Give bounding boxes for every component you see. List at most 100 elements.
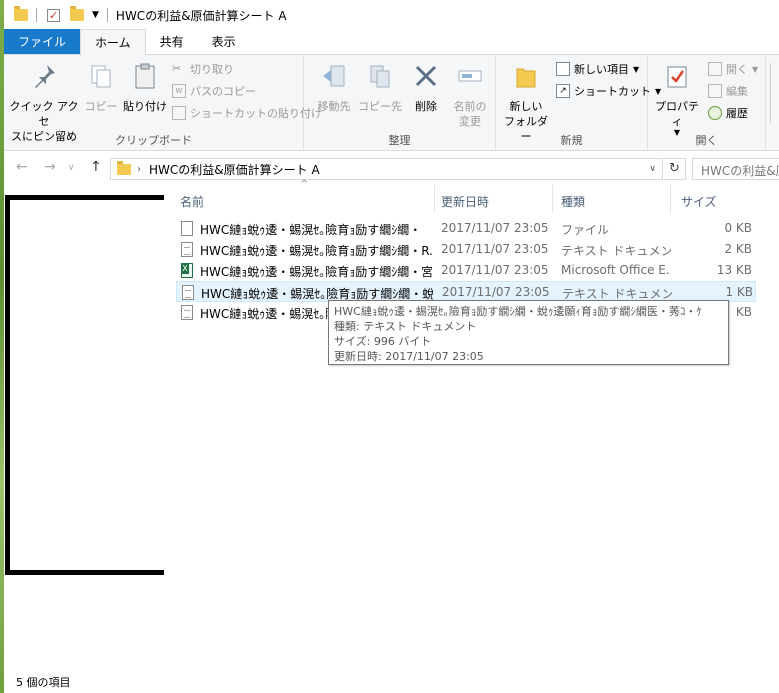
file-date: 2017/11/07 23:05: [441, 242, 549, 256]
open-icon: [708, 62, 722, 76]
file-name: HWC縺ｮ蛻ｩ逶・蜴滉ｾ｡險育ｮ励す繝ｼ繝・宮...: [200, 265, 432, 279]
organize-group: 移動先 コピー先 削除 名前の 変更 整理: [304, 55, 496, 151]
separator: [36, 8, 37, 22]
forward-arrow-icon[interactable]: →: [44, 159, 56, 175]
open-group: プロパティ ▼ 開く ▼ 編集 履歴 開く: [648, 55, 766, 151]
file-name: HWC縺ｮ蛻ｩ逶・蜴滉ｾ｡險育ｮ励す繝ｼ繝・: [200, 223, 422, 237]
copy-icon: [91, 65, 111, 88]
move-to-label: 移動先: [317, 100, 351, 113]
tooltip-modified: 更新日時: 2017/11/07 23:05: [334, 350, 484, 363]
ribbon: クイック アクセ スにピン留め コピー 貼り付け ✂ 切り取り W パスのコピー…: [4, 55, 779, 151]
open-button[interactable]: 開く ▼: [708, 61, 758, 77]
copy-to-label: コピー先: [358, 100, 402, 113]
history-clock-icon: [708, 106, 722, 120]
back-arrow-icon[interactable]: ←: [16, 159, 28, 175]
delete-x-icon: [415, 65, 437, 87]
file-date: 2017/11/07 23:05: [441, 221, 549, 235]
chevron-down-icon: ▼: [633, 64, 640, 74]
address-path: HWCの利益&原価計算シート A: [149, 162, 320, 177]
address-bar: ← → ∨ ↑ › HWCの利益&原価計算シート A ∨ ↻ HWCの利益&原: [4, 151, 779, 185]
file-row-selected[interactable]: HWC縺ｮ蛻ｩ逶・蜴滉ｾ｡險育ｮ励す繝ｼ繝・蛻... 2017/11/07 23…: [176, 281, 756, 302]
search-input[interactable]: HWCの利益&原: [692, 158, 779, 180]
select-group-partial: [770, 63, 778, 123]
edit-button[interactable]: 編集: [708, 83, 748, 99]
folder-icon: [117, 160, 131, 175]
organize-group-label: 整理: [388, 134, 411, 147]
move-to-button[interactable]: 移動先: [312, 61, 356, 114]
breadcrumb-chevron-icon[interactable]: ›: [137, 164, 141, 175]
chevron-down-icon: ▼: [752, 64, 759, 74]
text-file-icon: [181, 242, 193, 257]
copy-path-label: パスのコピー: [190, 85, 256, 98]
file-type: Microsoft Office E...: [561, 263, 671, 277]
address-box[interactable]: › HWCの利益&原価計算シート A ∨: [110, 158, 663, 180]
path-icon: W: [172, 84, 186, 98]
file-row[interactable]: HWC縺ｮ蛻ｩ逶・蜴滉ｾ｡險育ｮ励す繝ｼ繝・ 2017/11/07 23:05 …: [176, 218, 756, 239]
shortcut-button[interactable]: ↗ ショートカット ▼: [556, 83, 661, 99]
file-size: 1 KB: [725, 285, 753, 299]
chevron-down-icon[interactable]: ∨: [649, 164, 656, 174]
tab-share[interactable]: 共有: [146, 29, 198, 54]
paste-shortcut-label: ショートカットの貼り付け: [190, 107, 322, 120]
file-name: HWC縺ｮ蛻ｩ逶・蜴滉ｾ｡險育ｮ励す繝ｼ繝・R...: [200, 244, 432, 258]
copy-to-icon: [370, 65, 390, 88]
properties-button[interactable]: プロパティ ▼: [652, 61, 702, 137]
text-file-icon: [182, 285, 194, 300]
paste-label: 貼り付け: [123, 100, 167, 113]
paste-shortcut-button[interactable]: ショートカットの貼り付け: [172, 105, 322, 121]
edit-label: 編集: [726, 85, 748, 98]
up-arrow-icon[interactable]: ↑: [90, 159, 102, 175]
rename-label: 名前の 変更: [453, 100, 487, 128]
properties-check-icon: [667, 66, 687, 88]
title-bar: ✓ ▼ HWCの利益&原価計算シート A: [4, 0, 779, 30]
open-group-label: 開く: [695, 134, 718, 147]
file-date: 2017/11/07 23:05: [442, 285, 550, 299]
folder-icon: [14, 6, 28, 21]
file-size: 0 KB: [724, 221, 752, 235]
pin-icon: [35, 65, 55, 88]
clipboard-icon: [135, 63, 155, 89]
recent-chevron-icon[interactable]: ∨: [68, 163, 75, 173]
properties-check-icon[interactable]: ✓: [47, 8, 60, 22]
shortcut-label: ショートカット: [574, 85, 651, 98]
rename-button[interactable]: 名前の 変更: [448, 61, 492, 129]
column-header-name[interactable]: 名前: [180, 185, 435, 213]
tab-view[interactable]: 表示: [198, 29, 250, 54]
column-header-size[interactable]: サイズ: [681, 185, 751, 213]
excel-file-icon: [181, 263, 193, 278]
chevron-down-icon[interactable]: ▼: [92, 10, 99, 20]
separator: [106, 8, 108, 22]
rename-icon: [458, 70, 482, 82]
new-item-button[interactable]: 新しい項目 ▼: [556, 61, 639, 77]
file-row[interactable]: HWC縺ｮ蛻ｩ逶・蜴滉ｾ｡險育ｮ励す繝ｼ繝・宮... 2017/11/07 23…: [176, 260, 756, 281]
tab-file[interactable]: ファイル: [4, 29, 81, 54]
copy-path-button[interactable]: W パスのコピー: [172, 83, 256, 99]
new-item-icon: [556, 62, 570, 76]
clipboard-group-label: クリップボード: [115, 134, 192, 147]
file-size: 2 KB: [724, 242, 752, 256]
delete-button[interactable]: 削除: [408, 61, 444, 114]
copy-button[interactable]: コピー: [84, 61, 118, 114]
tooltip-size: サイズ: 996 バイト: [334, 335, 432, 348]
scissors-icon: ✂: [172, 62, 182, 75]
tooltip-type: 種類: テキスト ドキュメント: [334, 320, 477, 333]
clipboard-group: クイック アクセ スにピン留め コピー 貼り付け ✂ 切り取り W パスのコピー…: [4, 55, 322, 151]
column-header-date[interactable]: 更新日時: [441, 185, 553, 213]
new-folder-icon: [516, 68, 536, 88]
new-folder-quick-icon[interactable]: [70, 6, 84, 21]
new-group-label: 新規: [560, 134, 583, 147]
tab-home[interactable]: ホーム: [80, 29, 146, 55]
file-size: 13 KB: [716, 263, 752, 277]
redaction-box: [5, 195, 172, 575]
file-type: テキスト ドキュメント: [561, 244, 671, 258]
copy-to-button[interactable]: コピー先: [358, 61, 402, 114]
cut-button[interactable]: ✂ 切り取り: [172, 61, 234, 77]
paste-button[interactable]: 貼り付け: [122, 61, 168, 114]
column-header-type[interactable]: 種類: [561, 185, 671, 213]
history-button[interactable]: 履歴: [708, 105, 748, 121]
refresh-icon[interactable]: ↻: [664, 158, 686, 180]
text-file-icon: [181, 305, 193, 320]
file-type: ファイル: [561, 223, 610, 237]
blank-file-icon: [181, 221, 193, 236]
file-row[interactable]: HWC縺ｮ蛻ｩ逶・蜴滉ｾ｡險育ｮ励す繝ｼ繝・R... 2017/11/07 23…: [176, 239, 756, 260]
